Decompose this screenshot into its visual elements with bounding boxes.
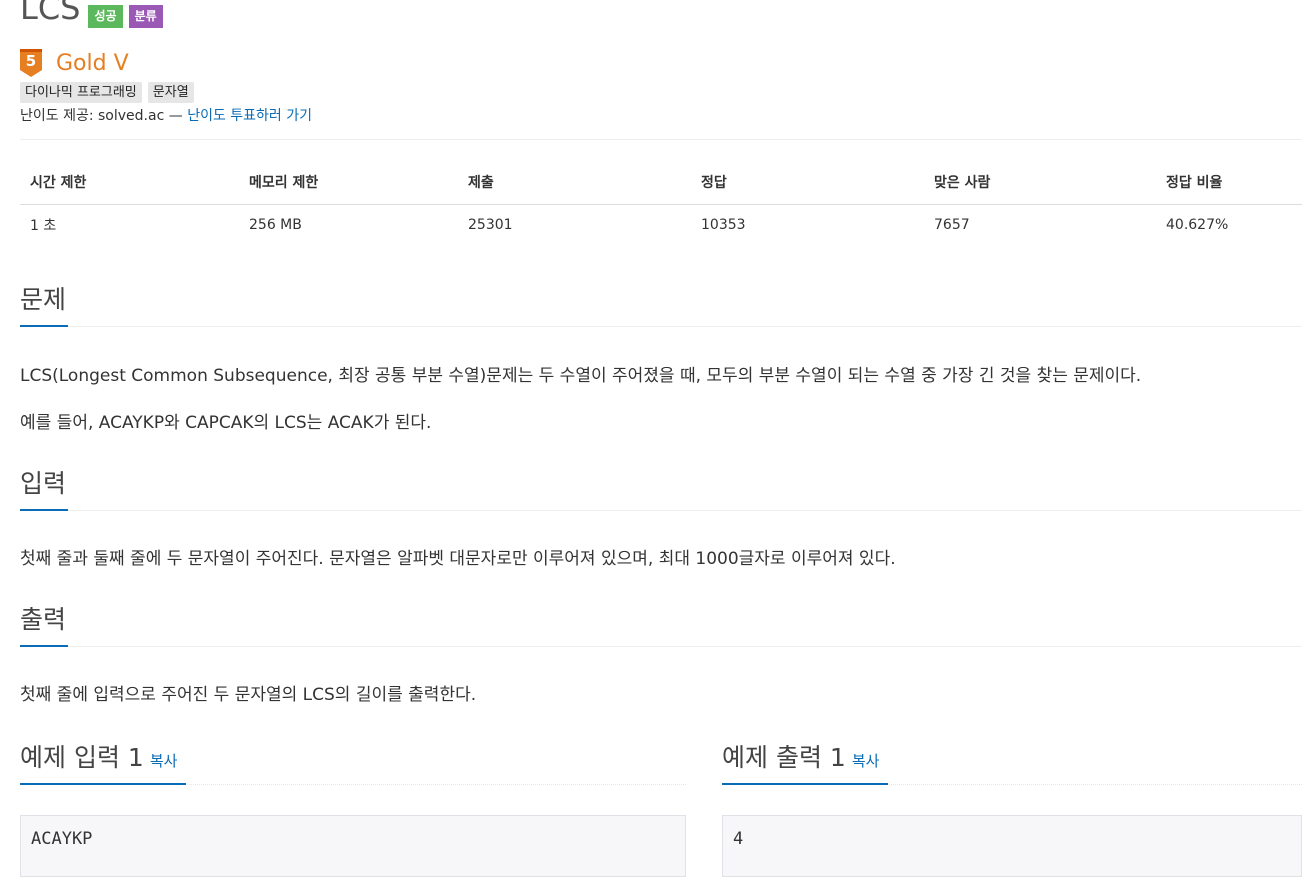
tag-string[interactable]: 문자열 bbox=[147, 82, 194, 103]
tier-row: 5 Gold V bbox=[20, 48, 129, 78]
solved-users: 7657 bbox=[934, 217, 970, 233]
gold-tier-icon: 5 bbox=[20, 49, 42, 77]
title-row: LCS 성공 분류 bbox=[20, 0, 163, 32]
section-underline bbox=[20, 325, 68, 327]
stats-row: 1 초 256 MB 25301 10353 7657 40.627% bbox=[20, 205, 1302, 246]
sample-input-content: ACAYKP bbox=[31, 829, 93, 849]
success-badge[interactable]: 성공 bbox=[88, 5, 123, 28]
provider-text: 난이도 제공: solved.ac — bbox=[20, 108, 188, 124]
memory-limit: 256 MB bbox=[249, 217, 302, 233]
stats-header: 시간 제한 bbox=[20, 160, 239, 205]
page-title: LCS bbox=[20, 0, 81, 27]
sample-output-content: 4 bbox=[733, 829, 744, 849]
section-divider bbox=[20, 326, 1302, 327]
section-underline bbox=[20, 509, 68, 511]
output-section-title: 출력 bbox=[20, 605, 67, 634]
stats-header: 정답 bbox=[691, 160, 924, 205]
section-divider bbox=[20, 646, 1302, 647]
input-description: 첫째 줄과 둘째 줄에 두 문자열이 주어진다. 문자열은 알파벳 대문자로만 … bbox=[20, 549, 896, 569]
stats-header: 제출 bbox=[458, 160, 691, 205]
sample-input-label: 예제 입력 1 bbox=[20, 743, 144, 772]
section-underline bbox=[20, 645, 68, 647]
stats-header: 맞은 사람 bbox=[924, 160, 1156, 205]
problem-paragraph: 예를 들어, ACAYKP와 CAPCAK의 LCS는 ACAK가 된다. bbox=[20, 413, 432, 433]
accept-ratio: 40.627% bbox=[1166, 217, 1229, 233]
sample-output-box[interactable]: 4 bbox=[722, 815, 1302, 877]
section-underline bbox=[20, 783, 186, 785]
sample-input-title: 예제 입력 1 복사 bbox=[20, 742, 177, 777]
svg-text:5: 5 bbox=[26, 52, 36, 70]
divider bbox=[20, 139, 1302, 140]
stats-header: 메모리 제한 bbox=[239, 160, 458, 205]
time-limit: 1 초 bbox=[30, 218, 57, 234]
accepted: 10353 bbox=[701, 217, 746, 233]
stats-header-row: 시간 제한 메모리 제한 제출 정답 맞은 사람 정답 비율 bbox=[20, 160, 1302, 205]
stats-table: 시간 제한 메모리 제한 제출 정답 맞은 사람 정답 비율 1 초 256 M… bbox=[20, 160, 1302, 245]
problem-section-title: 문제 bbox=[20, 285, 67, 314]
output-description: 첫째 줄에 입력으로 주어진 두 문자열의 LCS의 길이를 출력한다. bbox=[20, 685, 477, 705]
tier-label[interactable]: Gold V bbox=[56, 51, 129, 76]
category-badge[interactable]: 분류 bbox=[128, 5, 163, 28]
difficulty-provider: 난이도 제공: solved.ac — 난이도 투표하러 가기 bbox=[20, 106, 312, 126]
sample-output-label: 예제 출력 1 bbox=[722, 743, 846, 772]
problem-paragraph: LCS(Longest Common Subsequence, 최장 공통 부분… bbox=[20, 366, 1142, 386]
submissions: 25301 bbox=[468, 217, 513, 233]
tag-list: 다이나믹 프로그래밍 문자열 bbox=[20, 82, 200, 103]
section-divider bbox=[20, 510, 1302, 511]
copy-input-button[interactable]: 복사 bbox=[150, 752, 178, 770]
vote-link[interactable]: 난이도 투표하러 가기 bbox=[187, 108, 312, 124]
tag-dp[interactable]: 다이나믹 프로그래밍 bbox=[20, 82, 142, 103]
input-section-title: 입력 bbox=[20, 469, 67, 498]
sample-output-title: 예제 출력 1 복사 bbox=[722, 742, 879, 777]
section-underline bbox=[722, 783, 888, 785]
sample-input-box[interactable]: ACAYKP bbox=[20, 815, 686, 877]
copy-output-button[interactable]: 복사 bbox=[852, 752, 880, 770]
stats-header: 정답 비율 bbox=[1156, 160, 1302, 205]
